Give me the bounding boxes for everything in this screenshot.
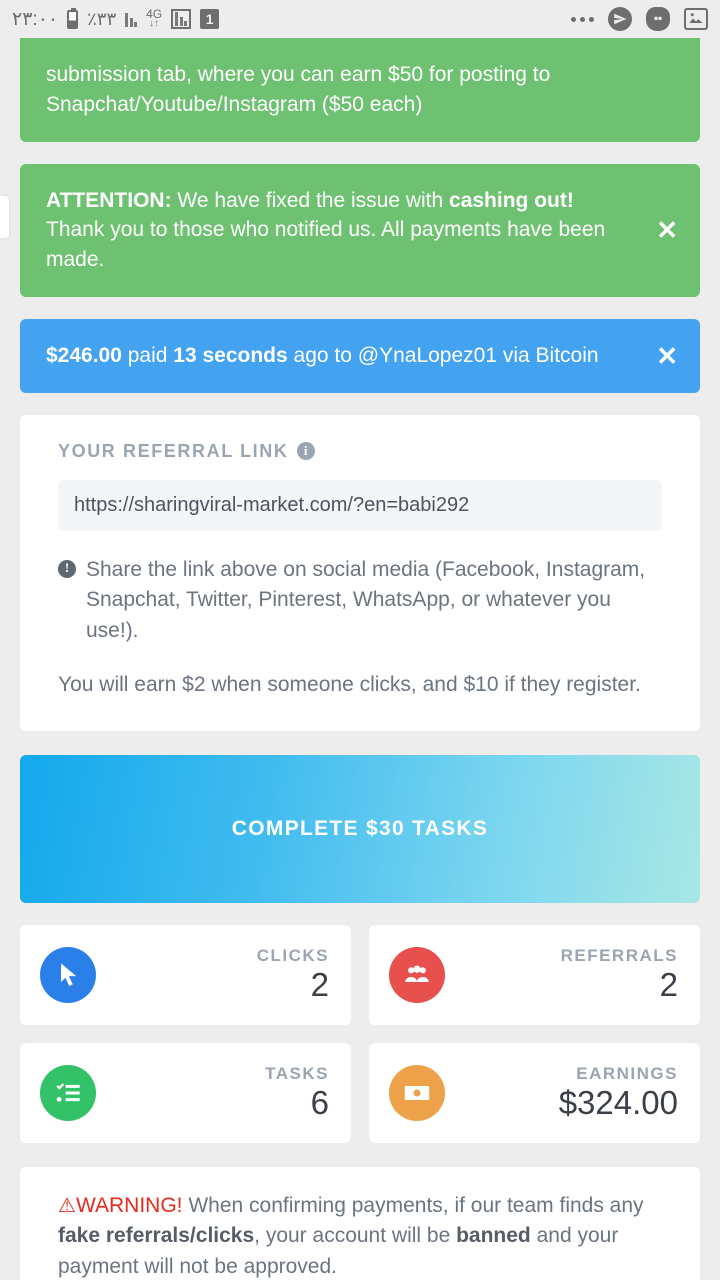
warning-card: ⚠WARNING! When confirming payments, if o…	[20, 1166, 700, 1280]
attention-alert-bold: cashing out!	[449, 188, 574, 212]
promo-alert-text: submission tab, where you can earn $50 f…	[46, 63, 551, 116]
stat-referrals-values: REFERRALS 2	[561, 946, 678, 1004]
4g-icon: 4G ↓↑	[146, 7, 163, 29]
info-icon-dark: !	[58, 559, 76, 578]
payout-alert-text: $246.00 paid 13 seconds ago to @YnaLopez…	[46, 341, 674, 371]
referral-link-input[interactable]	[58, 479, 662, 531]
money-bill-icon	[389, 1064, 445, 1121]
page-content: submission tab, where you can earn $50 f…	[0, 38, 720, 1280]
stat-tasks-values: TASKS 6	[265, 1064, 329, 1122]
stat-card-referrals[interactable]: REFERRALS 2	[369, 924, 700, 1025]
stat-card-tasks[interactable]: TASKS 6	[20, 1042, 351, 1143]
side-drawer-handle[interactable]	[0, 196, 9, 238]
earn-instructions: You will earn $2 when someone clicks, an…	[58, 673, 641, 697]
payout-text-2: ago to @YnaLopez01 via Bitcoin	[287, 344, 599, 368]
payout-elapsed: 13 seconds	[173, 344, 288, 368]
share-instructions-text: Share the link above on social media (Fa…	[86, 557, 646, 642]
stat-referrals-label: REFERRALS	[560, 945, 678, 965]
send-icon[interactable]	[608, 7, 632, 31]
stat-card-earnings[interactable]: EARNINGS $324.00	[369, 1042, 700, 1143]
attention-alert-text: ATTENTION: We have fixed the issue with …	[46, 186, 674, 275]
stats-grid: CLICKS 2 REFERRALS 2 TASKS 6 EARNINGS $3…	[20, 924, 700, 1143]
notification-badge: 1	[200, 9, 220, 29]
gallery-icon[interactable]	[684, 8, 708, 30]
share-instructions: ! Share the link above on social media (…	[58, 555, 662, 646]
stat-clicks-values: CLICKS 2	[257, 946, 329, 1004]
warning-bold-2: banned	[456, 1224, 531, 1248]
warning-text-2: , your account will be	[254, 1224, 457, 1248]
more-options-icon[interactable]	[571, 16, 594, 22]
warning-triangle-icon: ⚠	[58, 1194, 76, 1217]
attention-alert-text-2: Thank you to those who notified us. All …	[46, 218, 606, 272]
status-bar-right	[571, 7, 708, 31]
stat-referrals-value: 2	[659, 965, 678, 1003]
warning-bold-1: fake referrals/clicks	[58, 1224, 255, 1248]
stat-tasks-value: 6	[310, 1083, 329, 1121]
stat-tasks-label: TASKS	[265, 1063, 329, 1083]
payout-amount: $246.00	[46, 344, 122, 368]
battery-icon	[67, 7, 79, 29]
attention-alert-prefix: ATTENTION:	[46, 188, 172, 212]
stat-clicks-value: 2	[310, 965, 329, 1003]
referral-link-label: YOUR REFERRAL LINK i	[58, 441, 662, 462]
payout-alert-close-icon[interactable]: ✕	[656, 343, 678, 369]
complete-tasks-banner[interactable]: COMPLETE $30 TASKS	[20, 754, 700, 903]
stat-earnings-value: $324.00	[558, 1083, 678, 1121]
app-screen: ٢٣:٠٠ ٪٣٣ 4G ↓↑ 1 submission tab, where …	[0, 0, 720, 1280]
attention-alert: ATTENTION: We have fixed the issue with …	[20, 163, 700, 298]
attention-alert-text-1: We have fixed the issue with	[171, 188, 450, 212]
signal-bars-icon	[125, 11, 138, 27]
info-icon[interactable]: i	[297, 442, 316, 461]
clock: ٢٣:٠٠	[12, 8, 59, 30]
warning-title: WARNING!	[75, 1193, 183, 1217]
stat-card-clicks[interactable]: CLICKS 2	[20, 924, 351, 1025]
stat-clicks-label: CLICKS	[256, 945, 329, 965]
stat-earnings-values: EARNINGS $324.00	[559, 1064, 678, 1122]
attention-alert-close-icon[interactable]: ✕	[656, 217, 678, 243]
payout-text-1: paid	[121, 344, 174, 368]
warning-text: ⚠WARNING! When confirming payments, if o…	[58, 1191, 662, 1280]
referral-link-label-text: YOUR REFERRAL LINK	[58, 440, 289, 461]
promo-alert: submission tab, where you can earn $50 f…	[20, 38, 700, 142]
signal-bars-boxed-icon	[171, 9, 192, 29]
payout-alert: $246.00 paid 13 seconds ago to @YnaLopez…	[20, 319, 700, 393]
status-bar: ٢٣:٠٠ ٪٣٣ 4G ↓↑ 1	[0, 0, 720, 38]
people-icon	[389, 946, 445, 1003]
stat-earnings-label: EARNINGS	[576, 1063, 678, 1083]
checklist-icon	[40, 1064, 96, 1121]
cursor-icon	[40, 946, 96, 1003]
battery-percent: ٪٣٣	[87, 8, 117, 29]
warning-text-1: When confirming payments, if our team fi…	[182, 1193, 644, 1217]
ghost-icon[interactable]	[646, 7, 670, 31]
referral-card: YOUR REFERRAL LINK i ! Share the link ab…	[20, 414, 700, 731]
status-bar-left: ٢٣:٠٠ ٪٣٣ 4G ↓↑ 1	[12, 7, 220, 31]
